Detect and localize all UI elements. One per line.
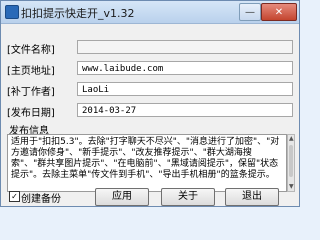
file-name-label: [文件名称] (7, 45, 55, 56)
dialog-content: [文件名称] [主页地址] www.laibude.com [补丁作者] Lao… (1, 24, 299, 206)
close-button[interactable]: ✕ (261, 3, 297, 21)
exit-button[interactable]: 退出 (225, 188, 279, 206)
scroll-thumb[interactable] (289, 145, 293, 177)
author-row: [补丁作者] LaoLi (7, 82, 295, 98)
about-button[interactable]: 关于 (161, 188, 215, 206)
release-date-field[interactable]: 2014-03-27 (77, 103, 293, 117)
author-label: [补丁作者] (7, 87, 55, 98)
apply-button[interactable]: 应用 (95, 188, 149, 206)
create-backup-checkbox[interactable]: ✓ (9, 191, 20, 202)
description-scrollbar[interactable]: ▲ ▼ (287, 134, 295, 192)
description-text[interactable]: 适用于"扣扣5.3"。去除"打字聊天不尽兴"、"消息进行了加密"、"对方邀请你修… (7, 134, 287, 192)
release-date-label: [发布日期] (7, 108, 55, 119)
minimize-button[interactable]: — (239, 3, 261, 21)
app-icon (5, 5, 19, 19)
release-date-row: [发布日期] 2014-03-27 (7, 103, 295, 119)
author-field[interactable]: LaoLi (77, 82, 293, 96)
scroll-up-arrow-icon[interactable]: ▲ (289, 136, 294, 142)
app-window: 扣扣提示快走开_v1.32 — ✕ [文件名称] [主页地址] www.laib… (0, 0, 300, 207)
homepage-label: [主页地址] (7, 66, 55, 77)
window-title: 扣扣提示快走开_v1.32 (21, 7, 135, 20)
create-backup-label: 创建备份 (21, 194, 61, 205)
title-bar[interactable]: 扣扣提示快走开_v1.32 — ✕ (1, 1, 299, 24)
file-name-field[interactable] (77, 40, 293, 54)
homepage-row: [主页地址] www.laibude.com (7, 61, 295, 77)
file-name-row: [文件名称] (7, 40, 295, 56)
bottom-bar: ✓ 创建备份 应用 关于 退出 (1, 188, 299, 206)
homepage-field[interactable]: www.laibude.com (77, 61, 293, 75)
